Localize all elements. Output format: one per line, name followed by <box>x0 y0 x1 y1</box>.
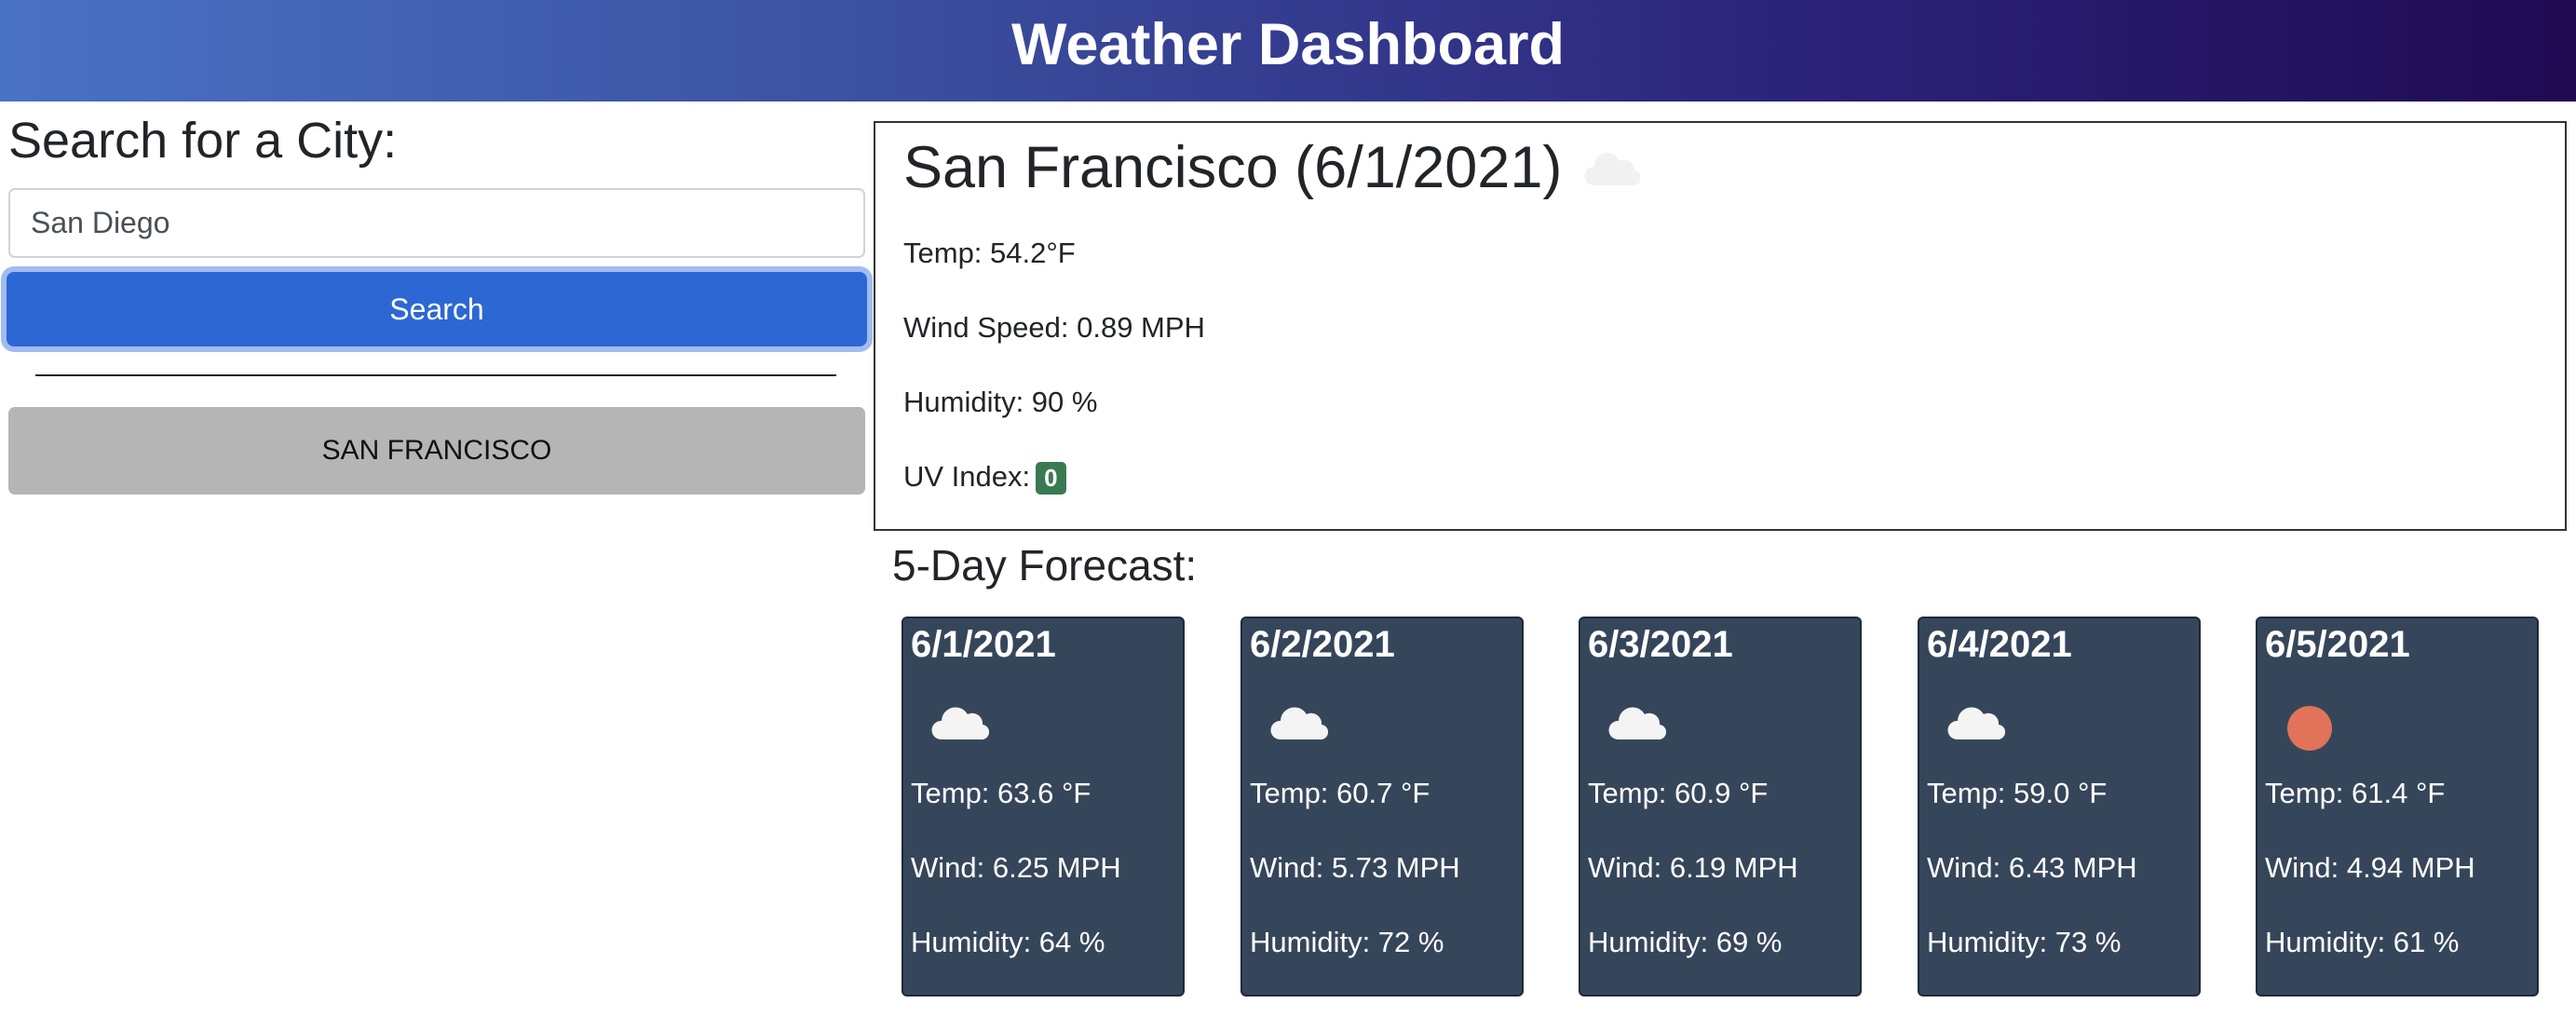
forecast-card: 6/3/2021 Temp: 60.9 °F Wind: 6.19 MPH Hu… <box>1579 617 1862 997</box>
current-uv: UV Index: 0 <box>903 460 1066 495</box>
forecast-temp: Temp: 61.4 °F <box>2265 777 2446 809</box>
current-temp: Temp: 54.2°F <box>903 237 1076 269</box>
forecast-wind: Wind: 5.73 MPH <box>1250 851 1460 884</box>
forecast-card: 6/5/2021 Temp: 61.4 °F Wind: 4.94 MPH Hu… <box>2256 617 2539 997</box>
forecast-card: 6/4/2021 Temp: 59.0 °F Wind: 6.43 MPH Hu… <box>1918 617 2201 997</box>
current-weather-panel: San Francisco (6/1/2021) Temp: 54.2°F Wi… <box>874 121 2567 531</box>
forecast-temp: Temp: 63.6 °F <box>911 777 1091 809</box>
forecast-wind: Wind: 6.25 MPH <box>911 851 1121 884</box>
forecast-date: 6/4/2021 <box>1927 624 2072 665</box>
search-button[interactable]: Search <box>7 272 867 346</box>
forecast-wind: Wind: 6.19 MPH <box>1588 851 1798 884</box>
forecast-temp: Temp: 60.9 °F <box>1588 777 1769 809</box>
page-title: Weather Dashboard <box>1011 11 1565 77</box>
forecast-date: 6/1/2021 <box>911 624 1056 665</box>
app-header: Weather Dashboard <box>0 0 2576 102</box>
forecast-date: 6/2/2021 <box>1250 624 1395 665</box>
divider <box>35 374 836 376</box>
city-search-input[interactable] <box>8 188 865 258</box>
sun-icon <box>2282 702 2343 759</box>
cloud-icon <box>1267 702 1329 748</box>
cloud-icon <box>1580 150 1642 194</box>
history-city-button[interactable]: SAN FRANCISCO <box>8 407 865 495</box>
cloud-icon <box>1605 702 1667 748</box>
current-wind: Wind Speed: 0.89 MPH <box>903 311 1205 344</box>
forecast-humidity: Humidity: 72 % <box>1250 926 1444 958</box>
uv-label: UV Index: <box>903 460 1031 493</box>
forecast-wind: Wind: 6.43 MPH <box>1927 851 2137 884</box>
forecast-humidity: Humidity: 64 % <box>911 926 1105 958</box>
forecast-temp: Temp: 60.7 °F <box>1250 777 1430 809</box>
forecast-humidity: Humidity: 61 % <box>2265 926 2460 958</box>
forecast-date: 6/5/2021 <box>2265 624 2410 665</box>
cloud-icon <box>928 702 990 748</box>
forecast-humidity: Humidity: 73 % <box>1927 926 2122 958</box>
forecast-card: 6/1/2021 Temp: 63.6 °F Wind: 6.25 MPH Hu… <box>902 617 1185 997</box>
forecast-title: 5-Day Forecast: <box>892 541 1198 590</box>
current-humidity: Humidity: 90 % <box>903 386 1098 418</box>
forecast-wind: Wind: 4.94 MPH <box>2265 851 2475 884</box>
forecast-temp: Temp: 59.0 °F <box>1927 777 2108 809</box>
forecast-date: 6/3/2021 <box>1588 624 1733 665</box>
search-title: Search for a City: <box>8 113 398 169</box>
current-city-title: San Francisco (6/1/2021) <box>903 135 1563 200</box>
uv-badge: 0 <box>1036 462 1066 495</box>
forecast-card: 6/2/2021 Temp: 60.7 °F Wind: 5.73 MPH Hu… <box>1241 617 1524 997</box>
cloud-icon <box>1944 702 2006 748</box>
forecast-humidity: Humidity: 69 % <box>1588 926 1783 958</box>
